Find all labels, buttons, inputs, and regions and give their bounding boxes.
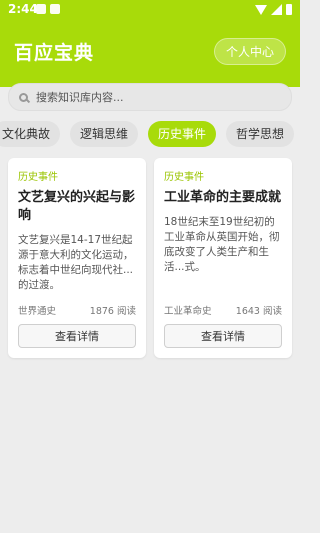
card-reads: 1876 阅读 <box>89 306 136 317</box>
tab-culture[interactable]: 文化典故 <box>0 121 61 147</box>
app-header: 2:44 百应宝典 个人中心 <box>0 0 300 87</box>
search-input[interactable]: 搜索知识库内容... <box>8 83 292 111</box>
tab-logic[interactable]: 逻辑思维 <box>70 121 139 147</box>
status-time: 2:44 <box>8 2 38 16</box>
card-category: 历史事件 <box>18 172 58 183</box>
search-area: 搜索知识库内容... <box>0 83 300 111</box>
card-footer: 工业革命史 1643 阅读 <box>164 303 282 317</box>
card-reads: 1643 阅读 <box>235 306 282 317</box>
card-category: 历史事件 <box>164 172 204 183</box>
card-footer: 世界通史 1876 阅读 <box>18 303 136 317</box>
search-icon <box>19 92 28 102</box>
card-description: 18世纪末至19世纪初的工业革命从英国开始，彻底改变了人类生产和生活...式。 <box>164 216 280 273</box>
card-title: 文艺复兴的兴起与影响 <box>18 190 136 223</box>
notification-icon <box>36 4 46 14</box>
profile-button[interactable]: 个人中心 <box>213 38 286 65</box>
signal-icon <box>271 4 282 15</box>
wifi-icon <box>255 4 267 15</box>
status-bar: 2:44 <box>0 0 300 20</box>
view-details-button[interactable]: 查看详情 <box>18 324 136 348</box>
knowledge-card[interactable]: 历史事件 文艺复兴的兴起与影响 文艺复兴是14-17世纪起源于意大利的文化运动，… <box>8 158 146 358</box>
card-grid: 历史事件 文艺复兴的兴起与影响 文艺复兴是14-17世纪起源于意大利的文化运动，… <box>8 158 292 358</box>
notification-icons <box>36 4 60 14</box>
card-title: 工业革命的主要成就 <box>164 190 282 205</box>
view-details-button[interactable]: 查看详情 <box>164 324 282 348</box>
category-tabs: 文化典故 逻辑思维 历史事件 哲学思想 <box>0 121 295 147</box>
card-description: 文艺复兴是14-17世纪起源于意大利的文化运动，标志着中世纪向现代社...的过渡… <box>18 234 134 291</box>
knowledge-card[interactable]: 历史事件 工业革命的主要成就 18世纪末至19世纪初的工业革命从英国开始，彻底改… <box>154 158 292 358</box>
system-icons <box>255 4 292 15</box>
card-source: 世界通史 <box>18 306 57 317</box>
battery-icon <box>286 4 292 15</box>
search-placeholder: 搜索知识库内容... <box>36 91 124 104</box>
card-source: 工业革命史 <box>164 306 212 317</box>
tab-history[interactable]: 历史事件 <box>148 121 217 147</box>
app-title: 百应宝典 <box>14 42 95 64</box>
tab-philosophy[interactable]: 哲学思想 <box>226 121 295 147</box>
notification-icon <box>50 4 60 14</box>
